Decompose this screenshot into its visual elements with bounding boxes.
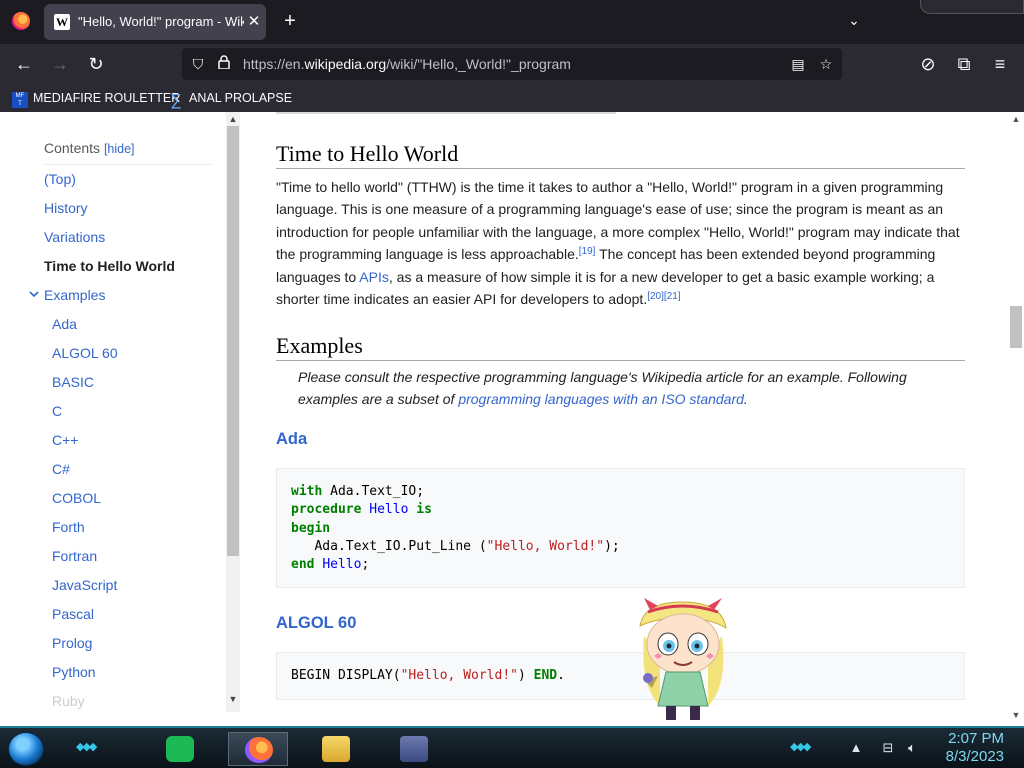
code-block-ada: with Ada.Text_IO; procedure Hello is beg… xyxy=(276,468,965,588)
link-apis[interactable]: APIs xyxy=(359,269,389,285)
forward-icon[interactable]: → xyxy=(48,52,72,76)
decorative-chevrons: ◆◆◆ xyxy=(76,741,97,753)
clock-date[interactable]: 8/3/2023 xyxy=(930,748,1004,766)
toc-item-variations[interactable]: Variations xyxy=(44,228,105,246)
heading-examples: Examples xyxy=(276,333,363,358)
lock-icon[interactable] xyxy=(214,54,234,74)
citation-20[interactable]: [20] xyxy=(647,291,664,302)
toc-item-basic[interactable]: BASIC xyxy=(52,373,94,391)
toc-scrollbar[interactable]: ▲ ▼ xyxy=(226,112,240,712)
back-icon[interactable]: ← xyxy=(12,52,36,76)
toc-hide-link[interactable]: [hide] xyxy=(104,142,135,156)
mediafire-icon: MF T xyxy=(12,92,28,108)
scrollbar-thumb[interactable] xyxy=(1010,306,1022,348)
article-content: Time to Hello World "Time to hello world… xyxy=(276,112,966,726)
toc-item-time-to-hello-world[interactable]: Time to Hello World xyxy=(44,257,175,275)
taskbar-app-firefox[interactable] xyxy=(228,732,288,766)
heading-algol-60: ALGOL 60 xyxy=(276,614,357,632)
extensions-icon[interactable]: ⧉ xyxy=(952,52,976,76)
toc-item-csharp[interactable]: C# xyxy=(52,460,70,478)
pocket-icon[interactable]: ⊘ xyxy=(916,52,940,76)
file-explorer-icon xyxy=(322,736,350,762)
shield-icon[interactable]: ⛉ xyxy=(188,54,208,74)
url-text[interactable]: https://en.wikipedia.org/wiki/"Hello,_Wo… xyxy=(243,56,783,74)
scroll-up-icon[interactable]: ▲ xyxy=(226,114,240,126)
divider xyxy=(276,168,965,169)
volume-icon[interactable]: 🔈︎ xyxy=(904,740,920,756)
divider xyxy=(44,164,212,165)
bookmark-star-icon[interactable]: ☆ xyxy=(816,54,836,74)
spotify-icon xyxy=(166,736,194,762)
network-icon[interactable]: ⊟ xyxy=(880,740,896,756)
tool-icon xyxy=(400,736,428,762)
sigma-icon: ∑ xyxy=(170,92,182,109)
menu-icon[interactable]: ≡ xyxy=(988,52,1012,76)
heading-ada: Ada xyxy=(276,430,308,448)
code-block-algol: BEGIN DISPLAY("Hello, World!") END. xyxy=(276,652,965,700)
web-page: Contents [hide] (Top) History Variations… xyxy=(0,112,1024,726)
firefox-icon xyxy=(245,737,273,763)
navigation-toolbar: ← → ↻ ⛉ https://en.wikipedia.org/wiki/"H… xyxy=(0,44,1024,84)
toc-item-python[interactable]: Python xyxy=(52,663,96,681)
link-iso-languages[interactable]: programming languages with an ISO standa… xyxy=(458,391,744,407)
chevron-down-icon[interactable]: ⌄ xyxy=(844,12,864,32)
taskbar-app-spotify[interactable] xyxy=(150,732,210,766)
divider xyxy=(276,360,965,361)
decorative-chevrons: ◆◆◆ xyxy=(790,741,811,753)
scroll-up-icon[interactable]: ▲ xyxy=(1010,114,1022,124)
citation-21[interactable]: [21] xyxy=(664,291,681,302)
toc-item-history[interactable]: History xyxy=(44,199,88,217)
toc-item-ada[interactable]: Ada xyxy=(52,315,77,333)
citation-19[interactable]: [19] xyxy=(579,246,596,257)
firefox-icon[interactable] xyxy=(12,12,30,30)
toc-item-algol-60[interactable]: ALGOL 60 xyxy=(52,344,118,362)
tray-chevron-icon[interactable]: ▲ xyxy=(848,740,864,756)
toc-item-forth[interactable]: Forth xyxy=(52,518,85,536)
toc-item-c[interactable]: C xyxy=(52,402,62,420)
toc-item-ruby[interactable]: Ruby xyxy=(52,692,85,710)
tab-title: "Hello, World!" program - Wikip xyxy=(78,14,244,29)
toc-item-cobol[interactable]: COBOL xyxy=(52,489,101,507)
scrollbar-thumb[interactable] xyxy=(227,126,239,556)
paragraph-tthw: "Time to hello world" (TTHW) is the time… xyxy=(276,179,960,308)
taskbar-app-tool[interactable] xyxy=(384,732,444,766)
taskbar-app-file-explorer[interactable] xyxy=(306,732,366,766)
bookmark-mediafire[interactable]: MF T MEDIAFIRE ROULETTER xyxy=(12,89,180,108)
window-decoration xyxy=(920,0,1024,14)
chevron-down-icon[interactable] xyxy=(28,288,42,302)
new-tab-button[interactable]: + xyxy=(280,10,300,34)
toc-item-prolog[interactable]: Prolog xyxy=(52,634,92,652)
clock-time[interactable]: 2:07 PM xyxy=(938,730,1004,748)
table-of-contents: Contents [hide] (Top) History Variations… xyxy=(0,112,240,726)
taskbar: ◆◆◆ ◆◆◆ ▲ ⊟ 🔈︎ 2:07 PM 8/3/2023 xyxy=(0,726,1024,768)
reload-icon[interactable]: ↻ xyxy=(84,52,108,76)
tab-bar: W "Hello, World!" program - Wikip ✕ + ⌄ xyxy=(0,0,1024,44)
bookmarks-toolbar: MF T MEDIAFIRE ROULETTER ∑ ANAL PROLAPSE xyxy=(0,84,1024,112)
heading-time-to-hello-world: Time to Hello World xyxy=(276,141,459,166)
hatnote: Please consult the respective programmin… xyxy=(298,369,907,407)
toc-item-top[interactable]: (Top) xyxy=(44,170,76,188)
wikipedia-icon: W xyxy=(54,14,70,30)
reader-view-icon[interactable]: ▤ xyxy=(788,54,808,74)
toc-item-cpp[interactable]: C++ xyxy=(52,431,78,449)
cartoon-character-sticker xyxy=(630,596,736,724)
toc-header: Contents [hide] xyxy=(44,140,135,156)
start-button[interactable] xyxy=(8,732,44,766)
toc-item-javascript[interactable]: JavaScript xyxy=(52,576,117,594)
bookmark-second[interactable]: ∑ ANAL PROLAPSE xyxy=(168,89,292,109)
scroll-down-icon[interactable]: ▼ xyxy=(226,694,240,706)
tab-hello-world[interactable]: W "Hello, World!" program - Wikip ✕ xyxy=(44,4,266,40)
toc-item-fortran[interactable]: Fortran xyxy=(52,547,97,565)
url-bar[interactable]: ⛉ https://en.wikipedia.org/wiki/"Hello,_… xyxy=(182,48,842,80)
page-scrollbar[interactable]: ▲ ▼ xyxy=(1008,112,1024,726)
toc-item-pascal[interactable]: Pascal xyxy=(52,605,94,623)
scroll-down-icon[interactable]: ▼ xyxy=(1010,710,1022,722)
close-icon[interactable]: ✕ xyxy=(246,12,262,32)
toc-item-examples[interactable]: Examples xyxy=(44,286,105,304)
